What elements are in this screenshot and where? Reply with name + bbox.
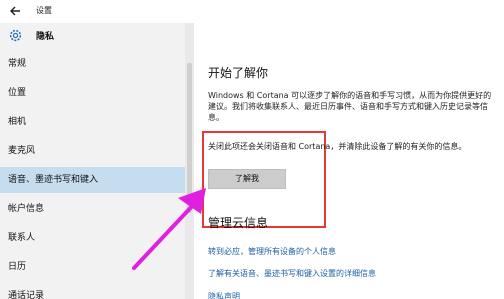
content-pane: 开始了解你 Windows 和 Cortana 可以逐步了解你的语音和手写习惯，…: [194, 23, 504, 299]
turnoff-text: 关闭此项还会关闭语音和 Cortana，并清除此设备了解的有关你的信息。: [208, 142, 467, 151]
gear-icon: [9, 29, 22, 42]
window-title: 设置: [36, 6, 52, 15]
sidebar-item-label: 联系人: [8, 233, 36, 243]
section-header: 隐私: [0, 23, 185, 47]
sidebar-item-label: 通话记录: [8, 291, 45, 299]
sidebar-item-label: 常规: [8, 59, 27, 69]
title-bar: 设置: [0, 0, 504, 23]
bing-manage-link[interactable]: 转到必应，管理所有设备的个人信息: [208, 246, 336, 257]
cloud-heading: 管理云信息: [208, 216, 269, 230]
sidebar-item-label: 相机: [8, 117, 27, 127]
sidebar: 隐私 常规 位置 相机 麦克风 语音、墨迹书写和键入 帐户信息 联系人 日历 通…: [0, 23, 185, 299]
sidebar-item-contacts[interactable]: 联系人: [0, 225, 185, 251]
sidebar-item-camera[interactable]: 相机: [0, 109, 185, 135]
sidebar-item-label: 帐户信息: [8, 204, 45, 214]
start-heading: 开始了解你: [208, 66, 269, 80]
sidebar-item-label: 语音、墨迹书写和键入: [8, 175, 99, 185]
scrollbar-thumb[interactable]: [187, 63, 192, 213]
sidebar-scrollbar[interactable]: [185, 23, 194, 299]
sidebar-item-account-info[interactable]: 帐户信息: [0, 196, 185, 222]
back-arrow-icon[interactable]: [8, 4, 22, 18]
learn-me-button[interactable]: 了解我: [208, 169, 286, 189]
speech-settings-info-link[interactable]: 了解有关语音、墨迹书写和键入设置的详细信息: [208, 268, 376, 279]
sidebar-item-location[interactable]: 位置: [0, 80, 185, 106]
start-description: Windows 和 Cortana 可以逐步了解你的语音和手写习惯，从而为你提供…: [208, 91, 492, 122]
sidebar-item-calendar[interactable]: 日历: [0, 254, 185, 280]
sidebar-item-label: 位置: [8, 88, 27, 98]
sidebar-item-label: 日历: [8, 262, 27, 272]
section-title: 隐私: [36, 32, 55, 42]
sidebar-item-label: 麦克风: [8, 146, 36, 156]
privacy-statement-link[interactable]: 隐私声明: [208, 291, 240, 299]
sidebar-item-general[interactable]: 常规: [0, 51, 185, 77]
settings-window: 设置 隐私 常规 位置 相机 麦克风 语音、墨迹书写和键入 帐户信息 联系人 日…: [0, 0, 504, 299]
sidebar-item-call-history[interactable]: 通话记录: [0, 283, 185, 299]
sidebar-item-speech-inking-typing[interactable]: 语音、墨迹书写和键入: [0, 167, 185, 193]
sidebar-item-microphone[interactable]: 麦克风: [0, 138, 185, 164]
